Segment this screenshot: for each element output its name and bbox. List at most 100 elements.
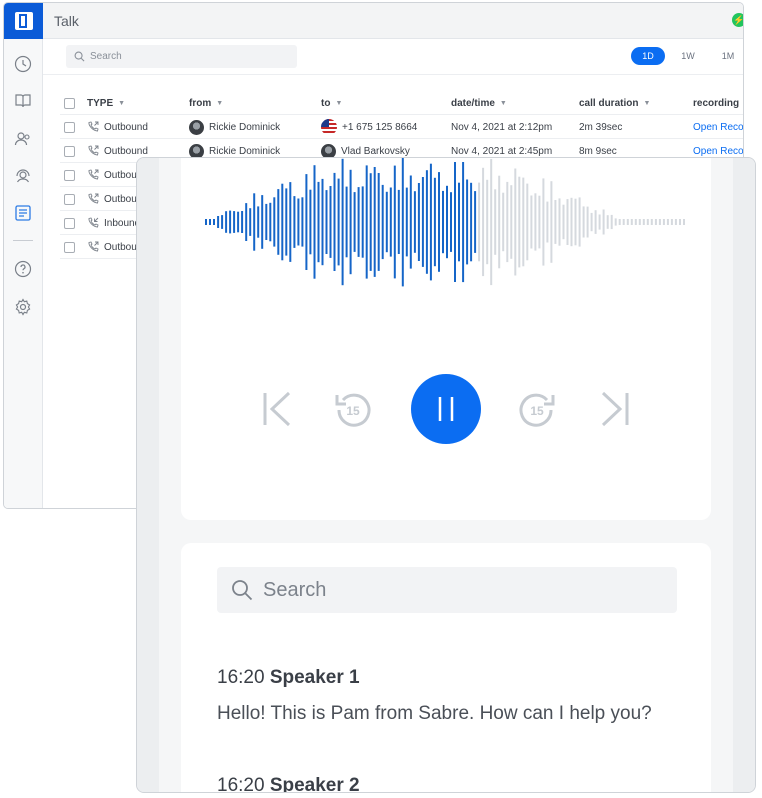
waveform-bar xyxy=(590,212,593,232)
panel-gutter-right xyxy=(733,158,755,792)
row-checkbox[interactable] xyxy=(64,217,75,229)
waveform-bar xyxy=(486,179,489,265)
row-checkbox[interactable] xyxy=(64,121,75,133)
waveform-bar xyxy=(221,215,224,229)
calls-search-input[interactable] xyxy=(90,51,280,62)
rewind-seconds-label: 15 xyxy=(346,404,360,418)
row-checkbox[interactable] xyxy=(64,145,75,157)
contacts-icon[interactable] xyxy=(13,129,33,149)
waveform-bar xyxy=(273,197,276,247)
settings-icon[interactable] xyxy=(13,297,33,317)
app-logo-icon[interactable] xyxy=(4,3,43,39)
audio-waveform[interactable] xyxy=(205,157,687,290)
waveform-bar xyxy=(502,192,505,252)
waveform-bar xyxy=(205,219,207,225)
range-1d-button[interactable]: 1D xyxy=(631,47,665,65)
select-all-checkbox[interactable] xyxy=(64,97,75,109)
history-icon[interactable] xyxy=(13,54,33,74)
waveform-bar xyxy=(630,219,633,225)
row-checkbox[interactable] xyxy=(64,169,75,181)
waveform-bar xyxy=(526,183,529,261)
pause-button[interactable] xyxy=(411,374,481,444)
waveform-bar xyxy=(558,198,561,246)
chevron-down-icon: ▼ xyxy=(499,99,507,107)
outbound-call-icon xyxy=(88,241,99,252)
waveform-bar xyxy=(325,190,328,254)
waveform-bar xyxy=(534,193,537,251)
waveform-bar xyxy=(333,172,336,271)
book-icon[interactable] xyxy=(13,91,33,111)
sidebar-divider xyxy=(13,240,33,241)
transcript-search-input[interactable] xyxy=(263,578,653,602)
transcript-card: 16:20 Speaker 1 Hello! This is Pam from … xyxy=(181,543,711,792)
column-type[interactable]: TYPE ▼ xyxy=(87,91,125,115)
chevron-down-icon: ▼ xyxy=(643,99,651,107)
forward-15-button[interactable]: 15 xyxy=(517,390,557,430)
online-status-icon: ⚡ xyxy=(732,13,743,27)
waveform-bar xyxy=(401,158,404,287)
panel-gutter-left xyxy=(137,158,159,792)
waveform-bar xyxy=(297,198,300,246)
row-checkbox[interactable] xyxy=(64,241,75,253)
column-duration[interactable]: call duration ▼ xyxy=(579,91,650,115)
waveform-bar xyxy=(377,173,380,271)
waveform-bar xyxy=(365,165,368,279)
outbound-call-icon xyxy=(88,121,99,132)
call-log-icon[interactable] xyxy=(13,203,33,223)
waveform-bar xyxy=(225,211,228,233)
inbound-call-icon xyxy=(88,217,99,228)
waveform-bar xyxy=(317,181,320,263)
waveform-bar xyxy=(490,158,493,286)
support-icon[interactable] xyxy=(13,166,33,186)
waveform-bar xyxy=(679,219,681,225)
waveform-bar xyxy=(482,167,485,277)
outbound-call-icon xyxy=(88,145,99,156)
range-1m-button[interactable]: 1M xyxy=(711,47,743,65)
outbound-call-icon xyxy=(88,193,99,204)
skip-to-start-button[interactable] xyxy=(259,386,295,432)
waveform-bar xyxy=(658,219,661,225)
waveform-bar xyxy=(454,162,456,282)
waveform-bar xyxy=(433,177,436,267)
waveform-bar xyxy=(538,195,541,249)
waveform-bar xyxy=(478,182,481,262)
table-row[interactable]: Outbound Rickie Dominick +1 675 125 8664… xyxy=(60,115,743,139)
waveform-bar xyxy=(253,193,256,251)
waveform-bar xyxy=(269,202,272,242)
transcript-search[interactable] xyxy=(217,567,677,613)
open-recording-link[interactable]: Open Recording xyxy=(693,122,743,133)
column-recording[interactable]: recording▼ xyxy=(693,91,743,115)
waveform-bar xyxy=(514,168,517,276)
waveform-bar xyxy=(654,219,657,225)
waveform-bar xyxy=(683,219,685,225)
rewind-15-button[interactable]: 15 xyxy=(333,390,373,430)
waveform-bar xyxy=(642,219,645,225)
calls-search[interactable] xyxy=(66,45,297,68)
waveform-bar xyxy=(458,182,460,262)
waveform-bar xyxy=(646,219,649,225)
waveform-bar xyxy=(421,177,424,267)
waveform-bar xyxy=(606,215,609,229)
column-datetime[interactable]: date/time ▼ xyxy=(451,91,507,115)
range-1w-button[interactable]: 1W xyxy=(671,47,705,65)
help-icon[interactable] xyxy=(13,259,33,279)
column-from[interactable]: from ▼ xyxy=(189,91,223,115)
row-checkbox[interactable] xyxy=(64,193,75,205)
skip-start-icon xyxy=(263,391,291,427)
waveform-bar xyxy=(506,181,509,263)
entry-time: 16:20 xyxy=(217,667,265,688)
waveform-bar xyxy=(289,182,292,262)
skip-to-end-button[interactable] xyxy=(597,386,633,432)
waveform-bar xyxy=(622,219,625,225)
waveform-bar xyxy=(349,169,352,275)
waveform-bar xyxy=(450,192,452,252)
transcript-entry: 16:20 Speaker 2 xyxy=(217,775,360,792)
waveform-bar xyxy=(337,178,340,266)
column-to[interactable]: to ▼ xyxy=(321,91,342,115)
waveform-bar xyxy=(265,203,268,240)
open-recording-link[interactable]: Open Recording xyxy=(693,146,743,157)
forward-icon: 15 xyxy=(519,393,555,427)
waveform-bar xyxy=(405,187,408,257)
waveform-bar xyxy=(598,214,601,230)
waveform-bar xyxy=(257,206,260,238)
